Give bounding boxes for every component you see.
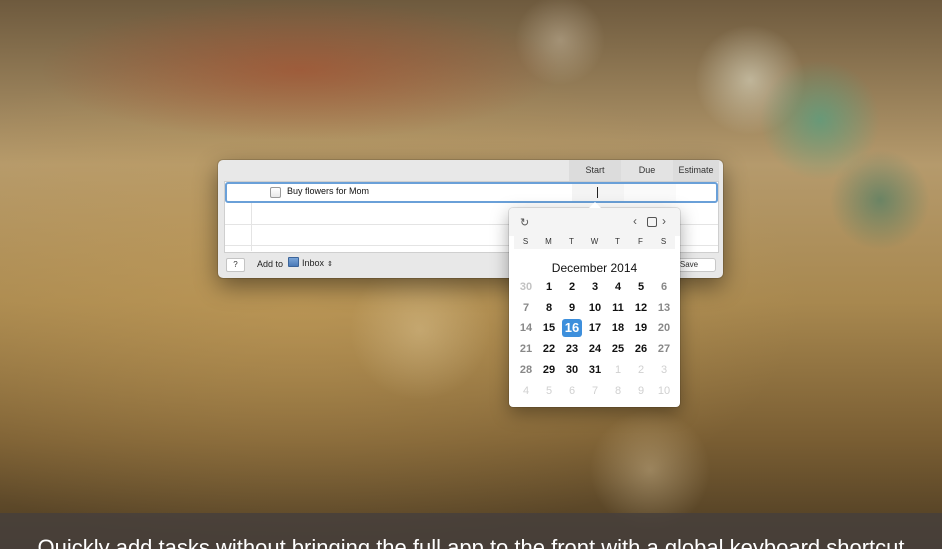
task-checkbox[interactable]	[270, 187, 281, 198]
calendar-day[interactable]: 5	[539, 382, 559, 400]
calendar-day[interactable]: 13	[654, 299, 674, 317]
calendar-day[interactable]: 23	[562, 340, 582, 358]
calendar-day[interactable]: 2	[562, 278, 582, 296]
month-title: December 2014	[551, 261, 638, 275]
repeat-icon[interactable]: ↻	[520, 216, 529, 229]
calendar-day[interactable]: 27	[654, 340, 674, 358]
calendar-day[interactable]: 15	[539, 319, 559, 337]
calendar-toolbar: ↻ ‹ ›	[509, 208, 680, 236]
row-gutter-divider	[251, 203, 252, 251]
calendar-day[interactable]: 12	[631, 299, 651, 317]
calendar-day[interactable]: 10	[585, 299, 605, 317]
task-title[interactable]: Buy flowers for Mom	[287, 186, 369, 196]
calendar-day[interactable]: 29	[539, 361, 559, 379]
calendar-day[interactable]: 9	[562, 299, 582, 317]
calendar-day[interactable]: 21	[516, 340, 536, 358]
calendar-day[interactable]: 1	[608, 361, 628, 379]
calendar-day[interactable]: 7	[585, 382, 605, 400]
calendar-day[interactable]: 6	[654, 278, 674, 296]
weekday-label: S	[660, 237, 667, 246]
column-header-due[interactable]: Due	[621, 160, 673, 181]
calendar-day[interactable]: 24	[585, 340, 605, 358]
today-icon[interactable]	[647, 217, 657, 227]
calendar-day[interactable]: 30	[516, 278, 536, 296]
calendar-day[interactable]: 7	[516, 299, 536, 317]
calendar-day[interactable]: 3	[654, 361, 674, 379]
calendar-day[interactable]: 25	[608, 340, 628, 358]
calendar-day[interactable]: 4	[516, 382, 536, 400]
calendar-day[interactable]: 4	[608, 278, 628, 296]
column-headers: Start Due Estimate	[218, 160, 723, 181]
calendar-day[interactable]: 9	[631, 382, 651, 400]
weekday-label: S	[522, 237, 529, 246]
updown-chevron-icon: ⇕	[327, 261, 333, 268]
weekday-label: T	[615, 237, 620, 246]
calendar-day[interactable]: 5	[631, 278, 651, 296]
calendar-day[interactable]: 26	[631, 340, 651, 358]
calendar-day[interactable]: 8	[539, 299, 559, 317]
date-picker-popover: ↻ ‹ › SMTWTFS December 2014 30 1 2 3 4 5 6 7 8 9 1…	[509, 202, 680, 407]
task-row[interactable]: Buy flowers for Mom	[225, 182, 718, 203]
calendar-day[interactable]: 16	[562, 319, 582, 338]
calendar-day[interactable]: 28	[516, 361, 536, 379]
next-month-icon[interactable]: ›	[662, 214, 666, 228]
weekday-label: F	[638, 237, 643, 246]
caption-text: Quickly add tasks without bringing the f…	[37, 535, 905, 549]
calendar-day[interactable]: 31	[585, 361, 605, 379]
add-to-label: Add to	[257, 259, 284, 269]
start-date-cell[interactable]	[572, 184, 624, 201]
calendar-day[interactable]: 20	[654, 319, 674, 337]
weekday-label: M	[545, 237, 552, 246]
text-cursor	[597, 187, 598, 198]
due-date-cell[interactable]	[624, 184, 676, 201]
project-name: Inbox	[302, 258, 325, 268]
calendar-day[interactable]: 3	[585, 278, 605, 296]
weekday-header: SMTWTFS	[514, 235, 675, 249]
help-button[interactable]: ?	[226, 258, 245, 272]
previous-month-icon[interactable]: ‹	[633, 214, 637, 228]
calendar-day[interactable]: 8	[608, 382, 628, 400]
calendar-day[interactable]: 30	[562, 361, 582, 379]
calendar-day[interactable]: 19	[631, 319, 651, 337]
weekday-label: W	[590, 237, 599, 246]
calendar-day[interactable]: 11	[608, 299, 628, 317]
calendar-day[interactable]: 18	[608, 319, 628, 337]
calendar-day[interactable]: 17	[585, 319, 605, 337]
calendar-day[interactable]: 2	[631, 361, 651, 379]
inbox-icon	[288, 257, 299, 267]
calendar-day[interactable]: 10	[654, 382, 674, 400]
weekday-label: T	[569, 237, 574, 246]
calendar-day[interactable]: 6	[562, 382, 582, 400]
column-header-start[interactable]: Start	[569, 160, 621, 181]
project-popup-button[interactable]: Inbox ⇕	[288, 257, 333, 271]
column-header-estimate[interactable]: Estimate	[673, 160, 719, 181]
caption-bar: Quickly add tasks without bringing the f…	[0, 513, 942, 549]
calendar-day[interactable]: 14	[516, 319, 536, 337]
calendar-day[interactable]: 22	[539, 340, 559, 358]
calendar-day[interactable]: 1	[539, 278, 559, 296]
